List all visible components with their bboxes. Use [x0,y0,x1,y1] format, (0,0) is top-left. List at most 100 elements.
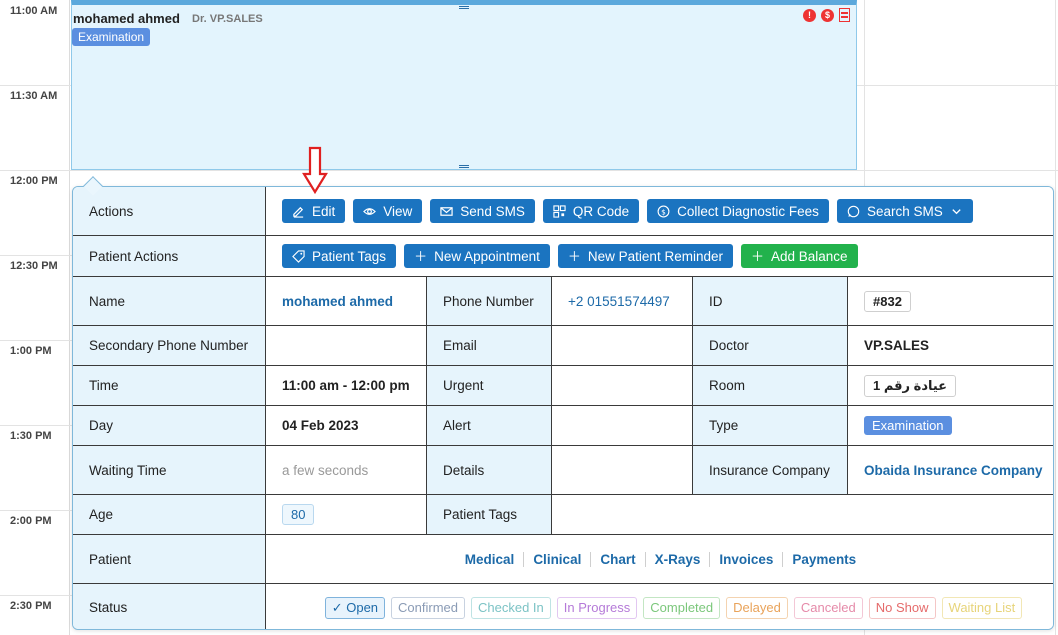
payments-link[interactable]: Payments [782,551,865,567]
room-label: Room [693,366,848,405]
status-option-checked-in[interactable]: Checked In [471,596,551,619]
appointment-flags: ! $ [803,8,850,22]
phone-label: Phone Number [427,277,552,325]
status-option-delayed[interactable]: Delayed [726,596,788,619]
patient-id-badge: #832 [864,290,911,312]
status-option-in-progress[interactable]: In Progress [556,596,638,619]
patient-tags-button-label: Patient Tags [312,248,387,264]
status-option-waiting-list[interactable]: Waiting List [941,596,1023,619]
collect-fees-button[interactable]: $ Collect Diagnostic Fees [647,199,829,223]
view-button-label: View [383,203,413,219]
x-rays-link[interactable]: X-Rays [644,551,710,567]
type-badge: Examination [864,416,952,435]
secondary-phone-label: Secondary Phone Number [73,326,266,365]
time-slot-label: 1:00 PM [10,345,52,357]
status-option-confirmed[interactable]: Confirmed [391,596,466,619]
send-sms-button[interactable]: Send SMS [430,199,535,223]
time-slot-label: 12:00 PM [10,175,58,187]
time-slot-label: 1:30 PM [10,430,52,442]
tag-icon [292,249,305,263]
status-option-no-show[interactable]: No Show [868,596,936,619]
type-label: Type [693,406,848,445]
calendar-right-edge [1055,0,1056,635]
appointment-doctor: Dr. VP.SALES [192,13,263,25]
id-label: ID [693,277,848,325]
plus-icon: ＋ [750,248,764,264]
actions-toolbar: Edit View Send SMS QR Code $ Collect Dia… [266,187,1053,235]
invoice-icon [839,8,850,22]
patient-name-link[interactable]: mohamed ahmed [282,294,393,309]
insurance-label: Insurance Company [693,446,848,494]
edit-button-label: Edit [312,203,336,219]
urgent-value [552,366,693,405]
doctor-label: Doctor [693,326,848,365]
medical-link[interactable]: Medical [456,552,524,567]
clinical-link[interactable]: Clinical [523,551,590,567]
whatsapp-icon [847,205,860,217]
status-option-completed[interactable]: Completed [643,596,721,619]
search-sms-dropdown[interactable]: Search SMS [836,199,973,223]
view-button[interactable]: View [353,199,423,223]
resize-handle-bottom[interactable] [459,165,469,168]
invoices-link[interactable]: Invoices [709,551,782,567]
doctor-value: VP.SALES [848,326,1053,365]
new-appointment-button[interactable]: ＋ New Appointment [404,244,550,268]
chart-link[interactable]: Chart [590,551,644,567]
collect-fees-button-label: Collect Diagnostic Fees [677,203,819,219]
insurance-company-link[interactable]: Obaida Insurance Company [864,463,1043,478]
email-label: Email [427,326,552,365]
patient-actions-label: Patient Actions [73,236,266,276]
day-label: Day [73,406,266,445]
qr-code-button[interactable]: QR Code [542,199,640,223]
chevron-down-icon [952,208,961,214]
status-buttons: ✓ Open Confirmed Checked In In Progress Comp… [266,596,1053,619]
details-label: Details [427,446,552,494]
patient-tags-button[interactable]: Patient Tags [282,244,397,268]
time-value: 11:00 am - 12:00 pm [266,366,427,405]
search-sms-button-label: Search SMS [866,203,943,219]
new-patient-reminder-button-label: New Patient Reminder [587,248,723,264]
qr-code-button-label: QR Code [572,203,630,219]
svg-text:$: $ [661,207,666,216]
time-label: Time [73,366,266,405]
alert-value [552,406,693,445]
grid-line [0,170,1058,171]
appointment-block[interactable]: mohamed ahmed Dr. VP.SALES Examination !… [71,0,857,170]
time-slot-label: 11:00 AM [10,5,58,17]
grid-line [0,425,72,426]
patient-tags-label: Patient Tags [427,495,552,534]
actions-row: Actions Edit View Send SMS QR Code $ Col… [73,187,1053,236]
time-slot-label: 2:00 PM [10,515,52,527]
urgent-label: Urgent [427,366,552,405]
patient-label: Patient [73,535,266,583]
edit-button[interactable]: Edit [282,199,346,223]
appointment-details-popover: Actions Edit View Send SMS QR Code $ Col… [72,186,1054,630]
grid-line [0,510,72,511]
time-slot-label: 2:30 PM [10,600,52,612]
resize-handle-top[interactable] [459,6,469,9]
plus-icon: ＋ [414,248,428,264]
patient-links-row: Patient Medical Clinical Chart X-Rays In… [73,535,1053,584]
grid-line [0,595,72,596]
patient-tags-value [552,495,1053,534]
new-patient-reminder-button[interactable]: ＋ New Patient Reminder [557,244,733,268]
patient-links: Medical Clinical Chart X-Rays Invoices P… [266,551,1053,567]
actions-label: Actions [73,187,266,235]
grid-line [0,255,72,256]
phone-value-link[interactable]: +2 01551574497 [568,294,670,309]
money-icon: $ [821,8,834,22]
new-appointment-button-label: New Appointment [434,248,540,264]
waiting-time-value: a few seconds [266,446,427,494]
secondary-phone-value [266,326,427,365]
appointment-patient-name: mohamed ahmed [73,11,180,26]
status-row: Status ✓ Open Confirmed Checked In In Progr… [73,584,1053,629]
day-value: 04 Feb 2023 [266,406,427,445]
add-balance-button-label: Add Balance [770,248,848,264]
status-option-open[interactable]: ✓ Open [324,596,386,619]
details-row-waiting: Waiting Time a few seconds Details Insur… [73,446,1053,495]
name-label: Name [73,277,266,325]
status-option-canceled[interactable]: Canceled [793,596,863,619]
alert-icon: ! [803,8,816,22]
add-balance-button[interactable]: ＋ Add Balance [740,244,858,268]
qr-code-icon [553,204,566,218]
